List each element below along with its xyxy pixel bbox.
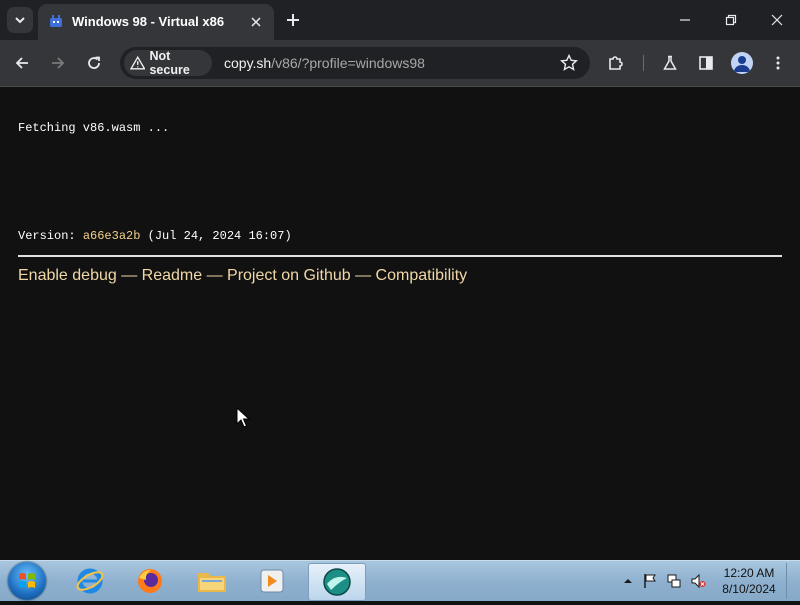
readme-link[interactable]: Readme [142, 267, 202, 284]
url-path: /v86/?profile=windows98 [271, 55, 425, 71]
mouse-cursor-icon [236, 407, 250, 428]
github-link[interactable]: Project on Github [227, 267, 351, 284]
person-icon [734, 56, 750, 72]
version-prefix: Version: [18, 229, 83, 243]
side-panel-button[interactable] [696, 53, 716, 73]
version-hash-link[interactable]: a66e3a2b [83, 229, 141, 243]
tab-close-button[interactable] [247, 13, 265, 31]
link-separator: — [116, 267, 142, 284]
v86-favicon-icon [50, 15, 62, 27]
link-separator: — [350, 267, 376, 284]
taskbar-active-app[interactable] [308, 563, 366, 601]
link-separator: — [202, 267, 228, 284]
security-label: Not secure [149, 49, 190, 77]
restore-icon [725, 14, 737, 26]
version-line: Version: a66e3a2b (Jul 24, 2024 16:07) [18, 229, 292, 243]
system-clock[interactable]: 12:20 AM 8/10/2024 [716, 565, 782, 597]
windows-taskbar: 12:20 AM 8/10/2024 [0, 560, 800, 601]
start-button[interactable] [8, 562, 46, 600]
clock-time: 12:20 AM [723, 566, 775, 580]
page-content: Fetching v86.wasm ... Version: a66e3a2b … [0, 87, 800, 560]
show-desktop-button[interactable] [786, 563, 799, 599]
firefox-icon [138, 569, 162, 593]
site-security-chip[interactable]: Not secure [124, 49, 212, 77]
restore-button[interactable] [721, 10, 741, 30]
flask-icon [663, 55, 677, 70]
taskbar-internet-explorer[interactable] [68, 563, 112, 599]
profile-avatar[interactable] [731, 52, 753, 74]
minimize-button[interactable] [675, 10, 695, 30]
toolbar-divider [643, 55, 644, 71]
puzzle-icon [609, 56, 623, 70]
taskbar-firefox[interactable] [128, 563, 172, 599]
chevron-down-icon [15, 17, 25, 24]
arrow-right-icon [52, 57, 65, 69]
tab-title: Windows 98 - Virtual x86 [72, 14, 225, 29]
reload-button[interactable] [84, 53, 104, 73]
window-close-button[interactable] [767, 10, 787, 30]
extensions-button[interactable] [606, 53, 626, 73]
forward-button[interactable] [48, 53, 68, 73]
back-button[interactable] [12, 53, 32, 73]
bookmark-star-icon[interactable] [560, 54, 578, 72]
plus-icon [287, 14, 299, 26]
app-icon [323, 568, 351, 596]
arrow-left-icon [15, 57, 28, 69]
compatibility-link[interactable]: Compatibility [376, 267, 468, 284]
tab-strip: Windows 98 - Virtual x86 [0, 0, 800, 40]
warning-triangle-icon [130, 55, 146, 70]
close-icon [771, 14, 783, 26]
internet-explorer-icon [76, 568, 104, 594]
action-center-flag-icon[interactable] [642, 573, 658, 589]
taskbar-file-explorer[interactable] [190, 563, 234, 599]
clock-date: 8/10/2024 [722, 582, 776, 596]
folder-icon [198, 573, 226, 592]
browser-menu-button[interactable] [768, 53, 788, 73]
close-icon [251, 17, 261, 27]
horizontal-rule [18, 255, 782, 257]
tab-search-button[interactable] [7, 7, 33, 33]
enable-debug-link[interactable]: Enable debug [18, 267, 117, 284]
windows-logo-icon [19, 573, 35, 588]
address-bar[interactable]: Not secure copy.sh/v86/?profile=windows9… [120, 47, 590, 79]
volume-muted-icon[interactable] [690, 573, 706, 589]
side-panel-icon [699, 56, 713, 70]
active-tab[interactable]: Windows 98 - Virtual x86 [38, 4, 274, 40]
tray-expand-icon[interactable] [620, 573, 636, 589]
taskbar-media-player[interactable] [250, 563, 294, 599]
browser-toolbar: Not secure copy.sh/v86/?profile=windows9… [0, 40, 800, 87]
footer-links: Enable debug — Readme — Project on Githu… [18, 267, 467, 285]
kebab-menu-icon [776, 56, 780, 70]
media-player-icon [260, 569, 284, 593]
minimize-icon [680, 19, 690, 21]
url-host: copy.sh [224, 55, 272, 71]
new-tab-button[interactable] [283, 10, 303, 30]
version-date: (Jul 24, 2024 16:07) [140, 229, 292, 243]
network-icon[interactable] [666, 573, 682, 589]
labs-button[interactable] [660, 53, 680, 73]
url-text[interactable]: copy.sh/v86/?profile=windows98 [224, 55, 425, 71]
loading-status: Fetching v86.wasm ... [18, 121, 170, 135]
reload-icon [88, 56, 100, 69]
